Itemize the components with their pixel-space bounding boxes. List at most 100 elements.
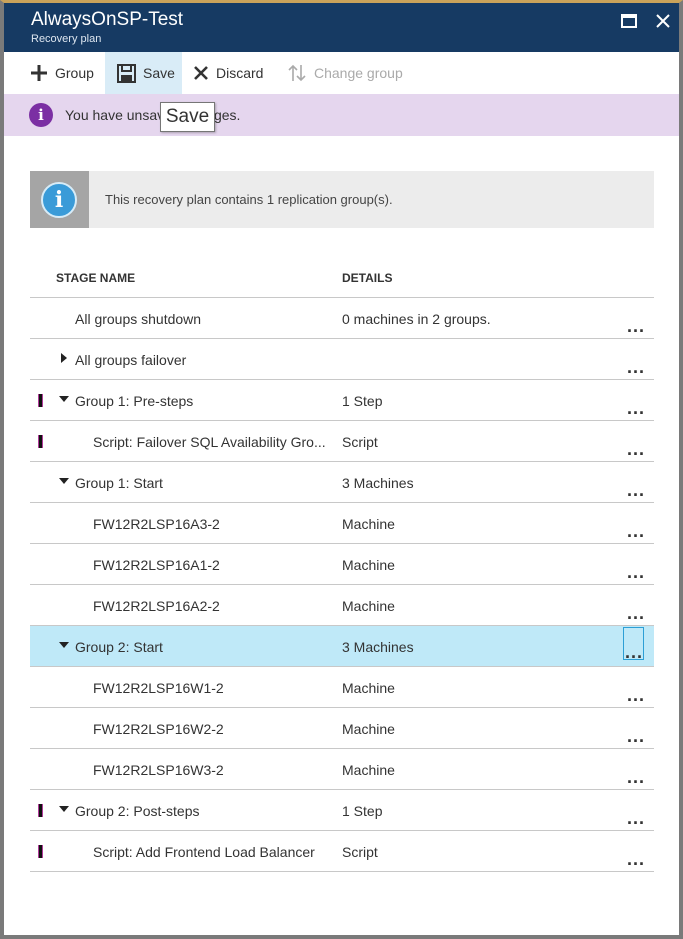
blade-header: AlwaysOnSP-Test Recovery plan	[4, 3, 679, 52]
row-details: Machine	[342, 762, 395, 778]
grid-row[interactable]: Group 1: Pre-steps 1 Step...	[30, 380, 654, 421]
ellipsis-glyph: ...	[627, 685, 646, 705]
blade-title: AlwaysOnSP-Test	[31, 9, 184, 30]
grid-row[interactable]: Group 2: Post-steps 1 Step...	[30, 790, 654, 831]
row-stage-name: FW12R2LSP16W3-2	[93, 762, 224, 778]
row-details: 1 Step	[342, 393, 383, 409]
row-details: 1 Step	[342, 803, 383, 819]
caret-down-icon[interactable]	[58, 475, 70, 487]
unsaved-changes-banner: i You have unsaved changes.	[4, 94, 679, 136]
blade-subtitle: Recovery plan	[31, 33, 102, 45]
ellipsis-glyph: ...	[627, 849, 646, 869]
more-icon[interactable]: ...	[621, 513, 651, 541]
grid-row[interactable]: FW12R2LSP16A1-2 Machine...	[30, 544, 654, 585]
more-icon[interactable]: ...	[623, 627, 644, 662]
ellipsis-glyph: ...	[627, 808, 646, 828]
swap-arrows-icon	[288, 64, 306, 82]
recovery-plan-grid: STAGE NAME DETAILS All groups shutdown 0 …	[30, 257, 654, 872]
grid-rows: All groups shutdown 0 machines in 2 group…	[30, 298, 654, 872]
row-details: Script	[342, 434, 378, 450]
row-stage-name: FW12R2LSP16A2-2	[93, 598, 220, 614]
more-icon[interactable]: ...	[621, 472, 651, 500]
info-icon: i	[29, 103, 53, 127]
save-tooltip: Save	[160, 102, 215, 132]
discard-button[interactable]: Discard	[193, 52, 263, 94]
ellipsis-glyph: ...	[627, 357, 646, 377]
row-details: 3 Machines	[342, 475, 414, 491]
ellipsis-glyph: ...	[627, 521, 646, 541]
recovery-plan-blade: AlwaysOnSP-Test Recovery plan Group Save…	[0, 0, 683, 939]
more-icon[interactable]: ...	[621, 841, 651, 869]
notice-text: This recovery plan contains 1 replicatio…	[105, 192, 393, 207]
save-label: Save	[143, 65, 175, 81]
grid-row[interactable]: Script: Add Frontend Load Balancer Script…	[30, 831, 654, 872]
save-icon	[117, 63, 136, 83]
caret-down-icon[interactable]	[58, 803, 70, 815]
ellipsis-glyph: ...	[625, 642, 644, 662]
row-stage-name: All groups failover	[75, 352, 187, 368]
caret-down-icon[interactable]	[58, 639, 70, 651]
grid-row[interactable]: Group 2: Start 3 Machines...	[30, 626, 654, 667]
plus-icon	[31, 65, 47, 81]
grid-header: STAGE NAME DETAILS	[30, 257, 654, 298]
ellipsis-glyph: ...	[627, 316, 646, 336]
grid-row[interactable]: FW12R2LSP16A3-2 Machine...	[30, 503, 654, 544]
grid-row[interactable]: FW12R2LSP16A2-2 Machine...	[30, 585, 654, 626]
row-stage-name: Group 1: Start	[75, 475, 163, 491]
ellipsis-glyph: ...	[627, 439, 646, 459]
more-icon[interactable]: ...	[621, 349, 651, 377]
change-group-button[interactable]: Change group	[287, 52, 403, 94]
row-details: Machine	[342, 680, 395, 696]
info-icon: i	[41, 182, 77, 218]
more-icon[interactable]: ...	[621, 431, 651, 459]
row-status-marker	[38, 845, 43, 858]
grid-row[interactable]: FW12R2LSP16W3-2 Machine...	[30, 749, 654, 790]
change-group-label: Change group	[314, 65, 403, 81]
ellipsis-glyph: ...	[627, 398, 646, 418]
maximize-icon	[621, 14, 637, 28]
row-status-marker	[38, 804, 43, 817]
discard-icon	[194, 66, 208, 80]
more-icon[interactable]: ...	[621, 308, 651, 336]
row-details: Script	[342, 844, 378, 860]
grid-row[interactable]: All groups shutdown 0 machines in 2 group…	[30, 298, 654, 339]
grid-row[interactable]: Script: Failover SQL Availability Gro...…	[30, 421, 654, 462]
grid-row[interactable]: FW12R2LSP16W2-2 Machine...	[30, 708, 654, 749]
save-button[interactable]: Save	[105, 52, 182, 94]
more-icon[interactable]: ...	[621, 677, 651, 705]
row-details: Machine	[342, 557, 395, 573]
more-icon[interactable]: ...	[621, 390, 651, 418]
row-stage-name: Group 2: Start	[75, 639, 163, 655]
command-bar: Group Save Discard Change group	[4, 52, 679, 94]
ellipsis-glyph: ...	[627, 562, 646, 582]
discard-label: Discard	[216, 65, 264, 81]
more-icon[interactable]: ...	[621, 759, 651, 787]
ellipsis-glyph: ...	[627, 726, 646, 746]
caret-right-icon[interactable]	[58, 352, 70, 364]
row-details: 3 Machines	[342, 639, 414, 655]
add-group-button[interactable]: Group	[30, 52, 94, 94]
row-stage-name: All groups shutdown	[75, 311, 202, 327]
more-icon[interactable]: ...	[621, 718, 651, 746]
row-status-marker	[38, 435, 43, 448]
row-stage-name: FW12R2LSP16A3-2	[93, 516, 220, 532]
add-group-label: Group	[55, 65, 94, 81]
maximize-button[interactable]	[616, 9, 642, 33]
more-icon[interactable]: ...	[621, 800, 651, 828]
row-details: Machine	[342, 598, 395, 614]
close-icon	[656, 14, 670, 28]
row-details: 0 machines in 2 groups.	[342, 311, 491, 327]
row-stage-name: FW12R2LSP16A1-2	[93, 557, 220, 573]
ellipsis-glyph: ...	[627, 767, 646, 787]
column-header-details: DETAILS	[342, 271, 393, 285]
grid-row[interactable]: Group 1: Start 3 Machines...	[30, 462, 654, 503]
grid-row[interactable]: All groups failover...	[30, 339, 654, 380]
ellipsis-glyph: ...	[627, 480, 646, 500]
grid-row[interactable]: FW12R2LSP16W1-2 Machine...	[30, 667, 654, 708]
more-icon[interactable]: ...	[621, 595, 651, 622]
row-stage-name: FW12R2LSP16W2-2	[93, 721, 224, 737]
more-icon[interactable]: ...	[621, 554, 651, 582]
row-stage-name: Script: Add Frontend Load Balancer	[93, 844, 315, 860]
close-button[interactable]	[650, 9, 676, 33]
caret-down-icon[interactable]	[58, 393, 70, 405]
